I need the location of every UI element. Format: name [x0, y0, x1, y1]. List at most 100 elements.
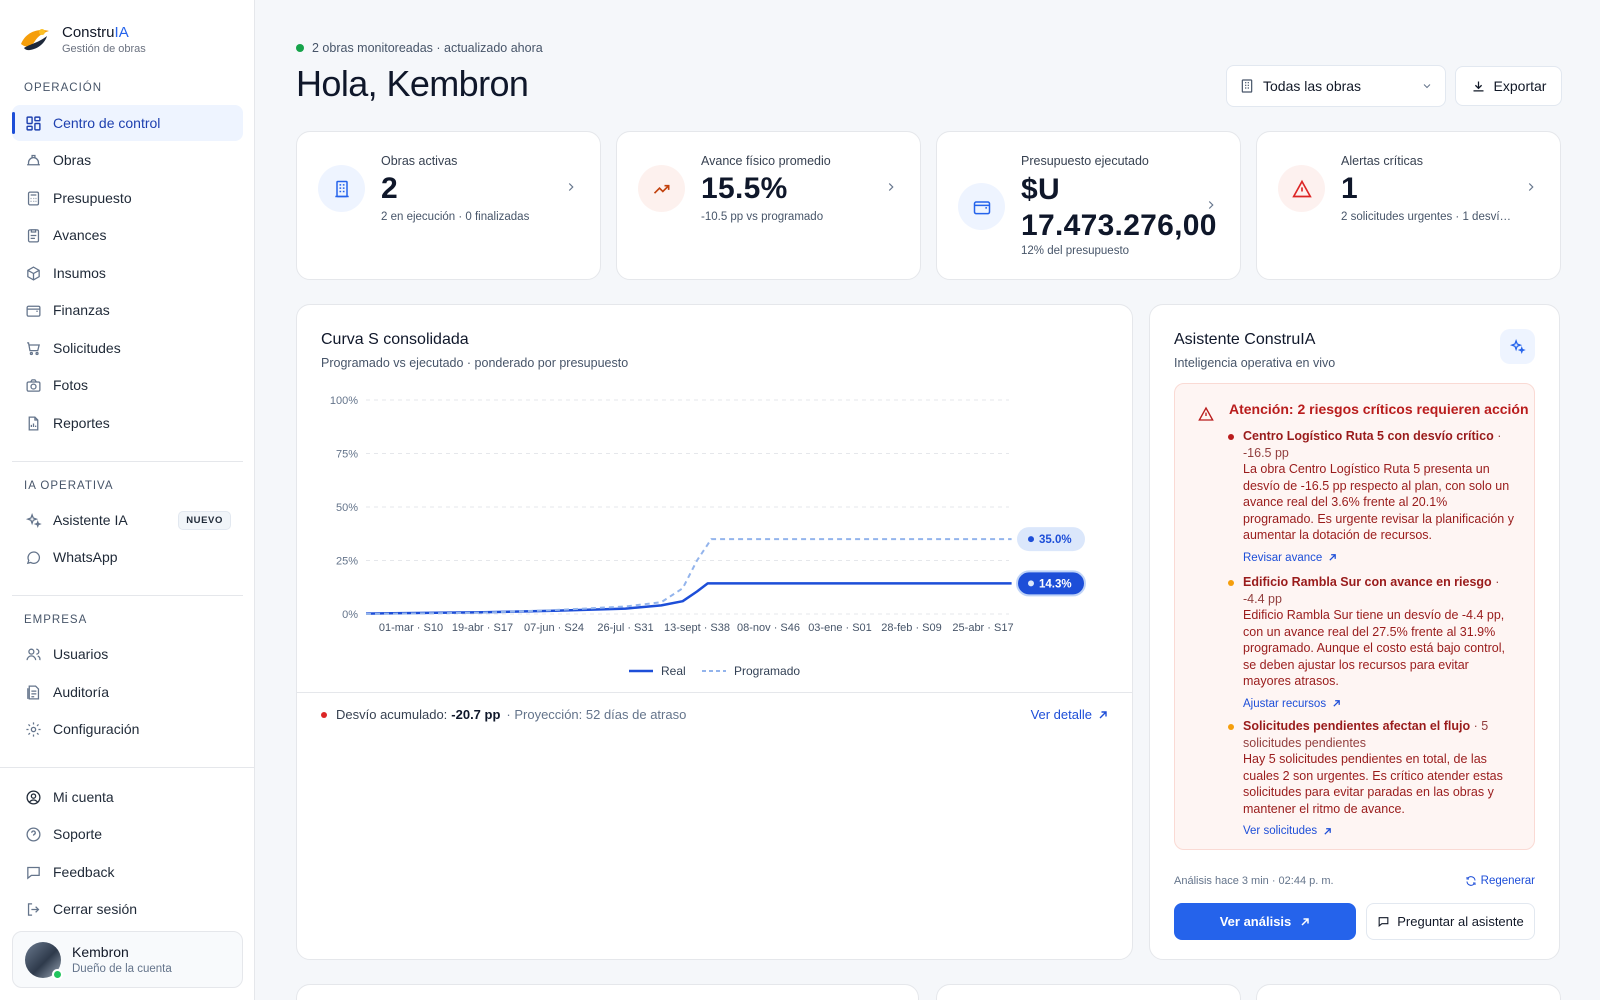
critical-alert-box: Atención: 2 riesgos críticos requieren a… — [1174, 383, 1535, 850]
sidebar-item-solicitudes[interactable]: Solicitudes — [12, 330, 243, 366]
filter-value: Todas las obras — [1263, 78, 1362, 94]
sparkle-icon — [1509, 338, 1526, 355]
sidebar-item-cerrar-sesion[interactable]: Cerrar sesión — [12, 891, 243, 927]
alert-title: Atención: 2 riesgos críticos requieren a… — [1229, 401, 1529, 417]
risk-title: Edificio Rambla Sur con avance en riesgo — [1243, 575, 1492, 589]
ajustar-recursos-link[interactable]: Ajustar recursos — [1243, 696, 1341, 713]
export-label: Exportar — [1493, 78, 1547, 94]
export-button[interactable]: Exportar — [1455, 66, 1562, 106]
kpi-card-alertas[interactable]: Alertas críticas 1 2 solicitudes urgente… — [1256, 131, 1561, 280]
risk-bullet — [1228, 434, 1234, 440]
y-tick-label: 75% — [336, 449, 358, 461]
main-content: 2 obras monitoreadas · actualizado ahora… — [255, 0, 1600, 1000]
chevron-right-icon — [1528, 183, 1534, 191]
bottom-card — [1256, 984, 1561, 1000]
cart-icon — [24, 339, 42, 357]
logout-icon — [24, 900, 42, 918]
x-tick-label: 25-abr · S17 — [952, 622, 1013, 634]
obras-filter-select[interactable]: Todas las obras — [1226, 65, 1446, 107]
users-icon — [24, 645, 42, 663]
sidebar-item-configuracion[interactable]: Configuración — [12, 711, 243, 747]
risk-item: Centro Logístico Ruta 5 con desvío críti… — [1228, 428, 1515, 567]
revisar-avance-link[interactable]: Revisar avance — [1243, 550, 1337, 567]
sidebar-item-obras[interactable]: Obras — [12, 142, 243, 178]
building-icon — [318, 165, 365, 212]
sidebar-item-label: Fotos — [53, 377, 89, 393]
sidebar-item-label: Reportes — [53, 415, 110, 431]
message-icon — [1378, 917, 1389, 927]
user-card[interactable]: Kembron Dueño de la cuenta — [12, 931, 243, 988]
sidebar-item-insumos[interactable]: Insumos — [12, 255, 243, 291]
arrow-up-right-icon — [1099, 710, 1107, 718]
kpi-value: $U 17.473.276,00 — [1021, 173, 1217, 242]
user-name: Kembron — [72, 944, 129, 960]
deviation-value: -20.7 pp — [451, 707, 501, 722]
dashboard-icon — [24, 114, 42, 132]
building-icon — [1241, 79, 1253, 93]
sidebar-item-reportes[interactable]: Reportes — [12, 405, 243, 441]
sidebar-item-avances[interactable]: Avances — [12, 217, 243, 253]
risk-description: Edificio Rambla Sur tiene un desvío de -… — [1243, 608, 1505, 688]
sidebar-item-whatsapp[interactable]: WhatsApp — [12, 539, 243, 575]
y-tick-label: 0% — [342, 609, 358, 621]
risk-description: Hay 5 solicitudes pendientes en total, d… — [1243, 752, 1503, 816]
ver-analisis-button[interactable]: Ver análisis — [1174, 903, 1356, 940]
sidebar-item-auditoria[interactable]: Auditoría — [12, 674, 243, 710]
series-end-dot — [1028, 580, 1034, 587]
kpi-sub: 2 en ejecución · 0 finalizadas — [381, 211, 530, 223]
x-tick-label: 13-sept · S38 — [664, 622, 730, 634]
series-end-dot — [1028, 536, 1034, 543]
ver-solicitudes-link[interactable]: Ver solicitudes — [1243, 823, 1332, 840]
chevron-down-icon — [1423, 84, 1431, 89]
sidebar-item-label: Finanzas — [53, 302, 110, 318]
brand[interactable]: ConstruIA Gestión de obras — [18, 22, 146, 56]
legend-label-real: Real — [661, 664, 686, 678]
section-empresa: EMPRESA — [24, 614, 88, 626]
sidebar-item-label: Configuración — [53, 721, 140, 737]
ver-detalle-link[interactable]: Ver detalle — [1031, 707, 1108, 722]
sidebar-item-label: Obras — [53, 152, 92, 168]
refresh-icon — [1466, 876, 1476, 886]
kpi-value: 15.5% — [701, 172, 788, 205]
wallet-icon — [958, 183, 1005, 230]
sidebar-item-feedback[interactable]: Feedback — [12, 854, 243, 890]
kpi-card-presupuesto[interactable]: Presupuesto ejecutado $U 17.473.276,00 1… — [936, 131, 1241, 280]
regenerate-button[interactable]: Regenerar — [1465, 875, 1535, 887]
arrow-up-right-icon — [1324, 827, 1331, 835]
sidebar-item-mi-cuenta[interactable]: Mi cuenta — [12, 779, 243, 815]
sidebar-item-fotos[interactable]: Fotos — [12, 367, 243, 403]
sidebar-item-label: Centro de control — [53, 115, 161, 131]
sidebar-item-soporte[interactable]: Soporte — [12, 816, 243, 852]
chevron-right-icon — [1208, 201, 1214, 209]
deviation-label: Desvío acumulado: — [336, 707, 448, 722]
status-dot — [296, 44, 304, 52]
kpi-card-obras-activas[interactable]: Obras activas 2 2 en ejecución · 0 final… — [296, 131, 601, 280]
risk-bullet — [1228, 724, 1234, 730]
user-circle-icon — [24, 788, 42, 806]
kpi-label: Avance físico promedio — [701, 154, 831, 168]
x-tick-label: 28-feb · S09 — [881, 622, 942, 634]
deviation-dot — [321, 711, 327, 718]
curva-s-card: Curva S consolidada Programado vs ejecut… — [296, 304, 1133, 960]
assistant-subtitle: Inteligencia operativa en vivo — [1174, 356, 1336, 370]
sidebar-item-finanzas[interactable]: Finanzas — [12, 292, 243, 328]
risk-description: La obra Centro Logístico Ruta 5 presenta… — [1243, 462, 1514, 542]
assistant-title: Asistente ConstruIA — [1174, 331, 1316, 348]
preguntar-asistente-button[interactable]: Preguntar al asistente — [1366, 903, 1535, 940]
sidebar-item-usuarios[interactable]: Usuarios — [12, 636, 243, 672]
sidebar-item-presupuesto[interactable]: Presupuesto — [12, 180, 243, 216]
sidebar-item-label: Presupuesto — [53, 190, 132, 206]
wallet-icon — [24, 301, 42, 319]
kpi-card-avance-fisico[interactable]: Avance físico promedio 15.5% -10.5 pp vs… — [616, 131, 921, 280]
alert-triangle-icon — [1198, 406, 1214, 421]
series-line-programado — [365, 538, 1012, 615]
sidebar-item-label: Avances — [53, 227, 107, 243]
series-end-label: 14.3% — [1039, 578, 1072, 590]
s-curve-chart: 0% 25% 50% 75% 100% 01-mar · S10 19-abr · S17 0… — [330, 395, 1086, 678]
sidebar-item-centro-de-control[interactable]: Centro de control — [12, 105, 243, 141]
assistant-sparkle-button[interactable] — [1500, 329, 1535, 364]
x-tick-label: 26-jul · S31 — [597, 622, 653, 634]
sidebar-item-asistente-ia[interactable]: Asistente IA NUEVO — [12, 502, 243, 538]
legend-label-programado: Programado — [734, 664, 800, 678]
package-icon — [24, 264, 42, 282]
